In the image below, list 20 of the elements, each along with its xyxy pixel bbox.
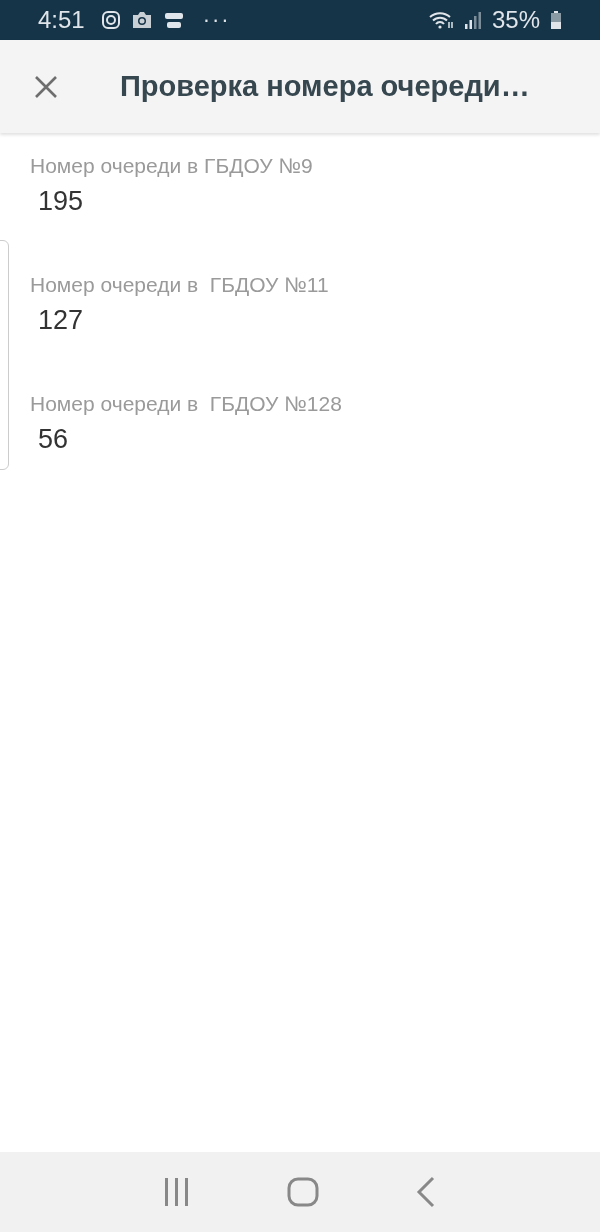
close-icon [33,73,59,100]
signal-icon [463,10,482,30]
more-notifications: ··· [202,7,231,33]
clock: 4:51 [38,6,85,34]
queue-number: 195 [37,185,85,218]
queue-number: 56 [37,423,70,456]
recent-apps-icon[interactable] [163,1177,191,1207]
battery-percent: 35% [491,6,540,34]
back-icon[interactable] [415,1176,437,1208]
wifi-icon [427,10,454,30]
camera-icon [130,11,153,29]
queue-number: 127 [37,304,85,337]
battery-icon [550,10,562,30]
close-button[interactable] [33,73,59,100]
app-icon [162,10,185,30]
queue-label: Номер очереди в ГБДОУ №9 [30,153,314,179]
queue-label: Номер очереди в ГБДОУ №128 [30,391,343,417]
screen-title: Проверка номера очереди… [120,70,530,103]
queue-label: Номер очереди в ГБДОУ №11 [30,272,330,298]
home-icon[interactable] [287,1177,319,1207]
